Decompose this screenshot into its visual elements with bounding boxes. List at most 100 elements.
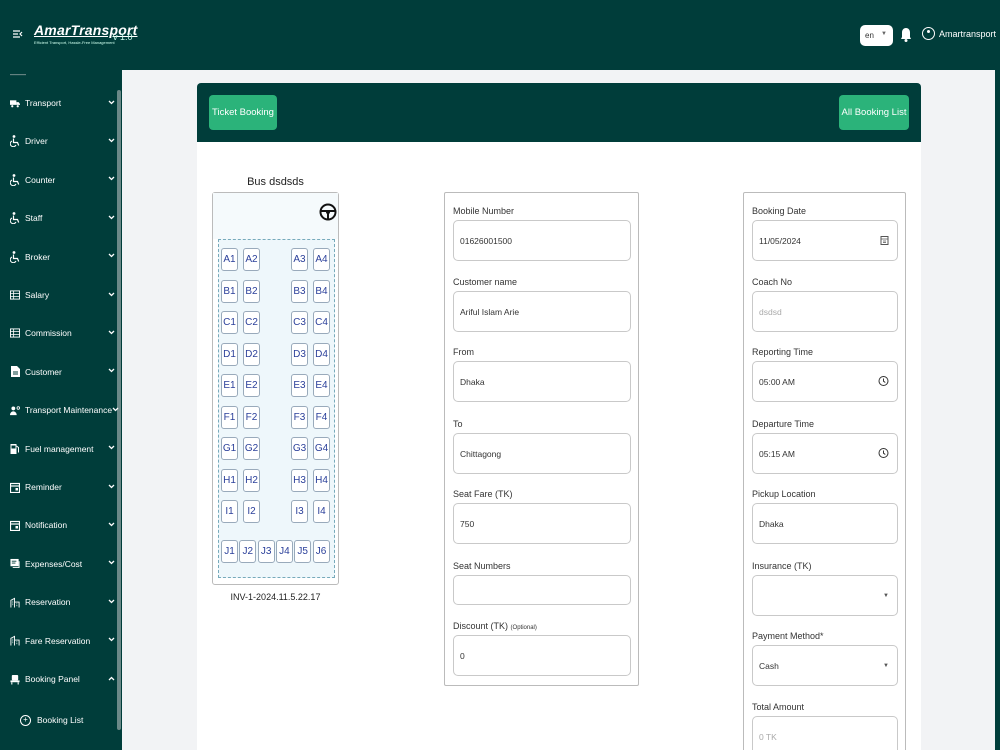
seat-d4[interactable]: D4 — [313, 342, 330, 366]
seat-f4[interactable]: F4 — [313, 405, 330, 429]
seat-h3[interactable]: H3 — [291, 468, 308, 492]
departure-time-label: Departure Time — [752, 419, 815, 429]
seat-g1[interactable]: G1 — [221, 437, 238, 460]
user-menu[interactable]: Amartransport — [922, 27, 996, 40]
seat-d2[interactable]: D2 — [243, 342, 260, 366]
seat-d3[interactable]: D3 — [291, 342, 308, 366]
sidebar-item-label: Customer — [25, 366, 62, 377]
seat-f1[interactable]: F1 — [221, 405, 238, 429]
seat-f2[interactable]: F2 — [243, 405, 260, 429]
seat-i3[interactable]: I3 — [291, 500, 308, 523]
payment-method-select[interactable]: Cash ▼ — [752, 645, 898, 686]
seat-i1[interactable]: I1 — [221, 500, 238, 523]
sidebar-item-driver[interactable]: Driver — [0, 131, 116, 151]
booking-date-input[interactable]: 11/05/2024 — [752, 220, 898, 261]
seat-i2[interactable]: I2 — [243, 500, 260, 523]
seat-j6[interactable]: J6 — [312, 540, 330, 563]
seat-h2[interactable]: H2 — [243, 468, 260, 492]
document-icon — [10, 366, 20, 378]
seat-a4[interactable]: A4 — [313, 248, 330, 271]
seat-j5[interactable]: J5 — [294, 540, 312, 563]
from-input[interactable]: Dhaka — [453, 361, 631, 402]
sidebar-item-fuel-management[interactable]: Fuel management — [0, 439, 116, 459]
sidebar-item-notification[interactable]: Notification — [0, 515, 116, 535]
seat-b1[interactable]: B1 — [221, 279, 238, 303]
chevron-down-icon — [106, 292, 116, 299]
pickup-location-input[interactable]: Dhaka — [752, 503, 898, 544]
wheelchair-icon — [10, 212, 20, 225]
seat-fare-value: 750 — [460, 518, 475, 529]
seat-j1[interactable]: J1 — [221, 540, 238, 563]
notification-bell-icon[interactable] — [900, 27, 912, 43]
total-amount-input[interactable]: 0 TK — [752, 716, 898, 750]
seat-j2[interactable]: J2 — [239, 540, 257, 563]
seat-f3[interactable]: F3 — [291, 405, 308, 429]
clock-icon[interactable] — [878, 375, 889, 388]
insurance-select[interactable]: ▼ — [752, 575, 898, 616]
seat-h4[interactable]: H4 — [313, 468, 330, 492]
seat-d1[interactable]: D1 — [221, 342, 238, 366]
customer-name-input[interactable]: Ariful Islam Arie — [453, 291, 631, 332]
sidebar-item-staff[interactable]: Staff — [0, 208, 116, 228]
seat-b2[interactable]: B2 — [243, 279, 260, 303]
discount-input[interactable]: 0 — [453, 635, 631, 676]
sidebar-item-fare-reservation[interactable]: Fare Reservation — [0, 631, 116, 651]
seat-g3[interactable]: G3 — [291, 437, 308, 460]
seat-c2[interactable]: C2 — [243, 311, 260, 334]
sidebar-item-label: Fuel management — [25, 443, 94, 454]
sidebar-subitem-label: Booking List — [37, 715, 84, 725]
seat-j3[interactable]: J3 — [257, 540, 275, 563]
language-select[interactable]: en ▼ — [860, 25, 893, 46]
clock-icon[interactable] — [878, 447, 889, 460]
sidebar-item-expenses-cost[interactable]: Expenses/Cost — [0, 554, 116, 574]
mobile-input[interactable]: 01626001500 — [453, 220, 631, 261]
seat-c3[interactable]: C3 — [291, 311, 308, 334]
sidebar-item-reservation[interactable]: Reservation — [0, 592, 116, 612]
booking-date-label: Booking Date — [752, 206, 807, 216]
seat-a3[interactable]: A3 — [291, 248, 308, 271]
calendar-icon[interactable] — [880, 235, 889, 247]
sidebar-item-reminder[interactable]: Reminder — [0, 477, 116, 497]
sidebar-item-label: Transport — [25, 98, 62, 108]
sidebar-item-commission[interactable]: Commission — [0, 323, 116, 343]
seat-g2[interactable]: G2 — [243, 437, 260, 460]
seat-e3[interactable]: E3 — [291, 374, 308, 397]
seat-h1[interactable]: H1 — [221, 468, 238, 492]
seat-a2[interactable]: A2 — [243, 248, 260, 271]
sidebar-item-salary[interactable]: Salary — [0, 285, 116, 305]
seat-e4[interactable]: E4 — [313, 374, 330, 397]
seat-numbers-input[interactable] — [453, 575, 631, 605]
seat-e2[interactable]: E2 — [243, 374, 260, 397]
total-amount-placeholder: 0 TK — [759, 731, 777, 742]
seat-g4[interactable]: G4 — [313, 437, 330, 460]
chevron-down-icon — [106, 522, 116, 529]
menu-toggle-icon[interactable] — [12, 28, 26, 42]
sidebar-item-counter[interactable]: Counter — [0, 170, 116, 190]
seat-j4[interactable]: J4 — [275, 540, 293, 563]
sidebar-item-label: Counter — [25, 174, 56, 185]
sidebar-item-transport[interactable]: Transport — [0, 93, 116, 113]
seat-i4[interactable]: I4 — [313, 500, 330, 523]
sidebar-subitem-booking-list[interactable]: + Booking List — [20, 710, 120, 730]
seat-b4[interactable]: B4 — [313, 279, 330, 303]
departure-time-input[interactable]: 05:15 AM — [752, 433, 898, 474]
chevron-down-icon — [106, 138, 116, 145]
seat-e1[interactable]: E1 — [221, 374, 238, 397]
chevron-down-icon — [106, 215, 116, 222]
seat-fare-input[interactable]: 750 — [453, 503, 631, 544]
sidebar-item-transport-maintenance[interactable]: Transport Maintenance — [0, 400, 119, 420]
to-input[interactable]: Chittagong — [453, 433, 631, 474]
seat-a1[interactable]: A1 — [221, 248, 238, 271]
sidebar-item-broker[interactable]: Broker — [0, 247, 116, 267]
seat-b3[interactable]: B3 — [291, 279, 308, 303]
sidebar-item-customer[interactable]: Customer — [0, 362, 116, 382]
ticket-booking-button[interactable]: Ticket Booking — [209, 95, 277, 130]
username: Amartransport — [939, 28, 997, 39]
seat-c1[interactable]: C1 — [221, 311, 238, 334]
coach-no-input[interactable]: dsdsd — [752, 291, 898, 332]
seat-c4[interactable]: C4 — [313, 311, 330, 334]
sidebar-item-booking-panel[interactable]: Booking Panel — [0, 669, 116, 689]
sidebar-item-label: Salary — [25, 290, 50, 300]
all-booking-list-button[interactable]: All Booking List — [839, 95, 909, 130]
reporting-time-input[interactable]: 05:00 AM — [752, 361, 898, 402]
